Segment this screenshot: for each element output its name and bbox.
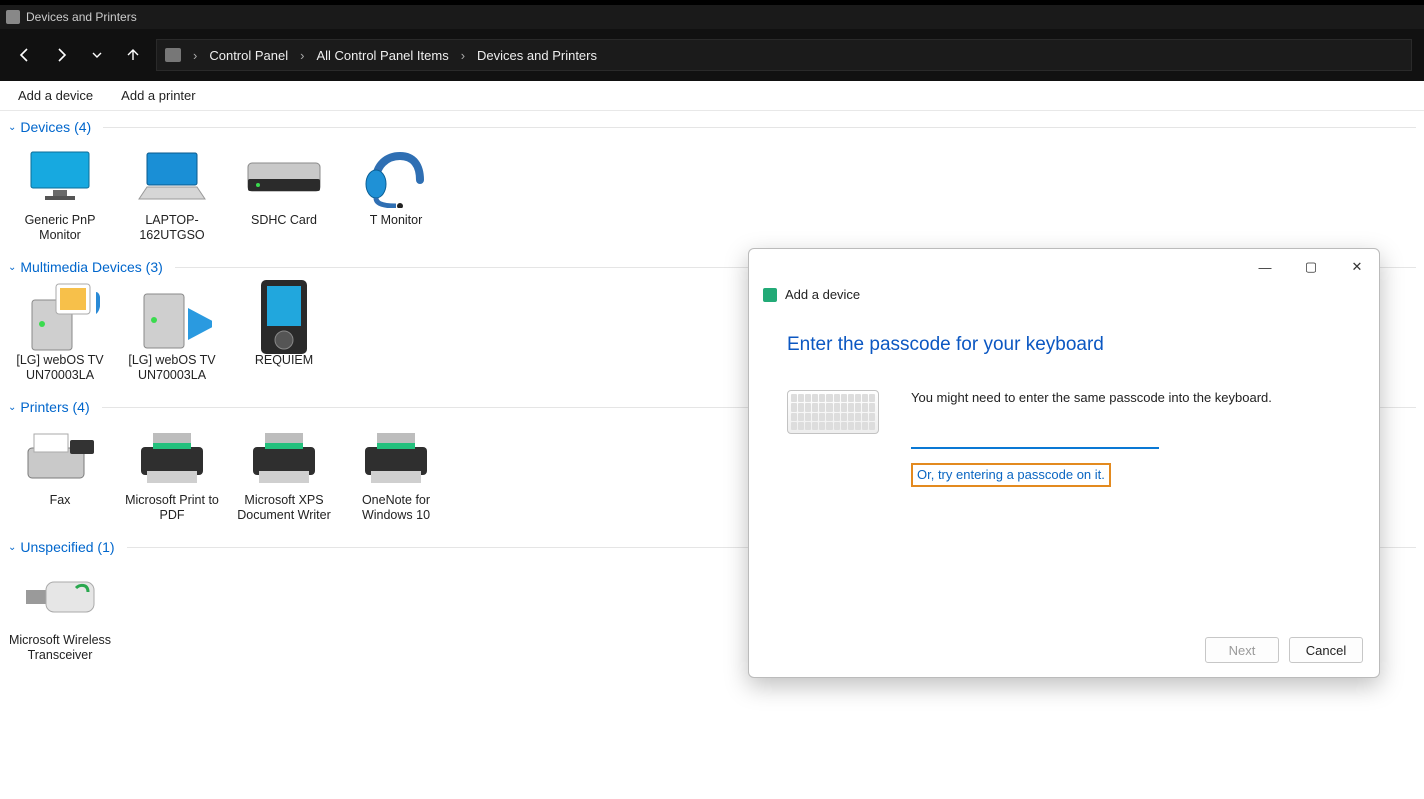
chevron-down-icon: ⌄ xyxy=(8,262,16,273)
minimize-button[interactable]: — xyxy=(1243,252,1287,282)
breadcrumb-seg-1[interactable]: Control Panel xyxy=(205,46,292,65)
device-item[interactable]: REQUIEM xyxy=(228,283,340,383)
device-label: Generic PnP Monitor xyxy=(4,213,116,243)
next-button[interactable]: Next xyxy=(1205,637,1279,663)
dialog-footer: Next Cancel xyxy=(749,627,1379,677)
device-label: T Monitor xyxy=(340,213,452,228)
group-title: Unspecified (1) xyxy=(20,539,114,555)
group-divider xyxy=(103,127,1416,128)
add-printer-command[interactable]: Add a printer xyxy=(121,88,195,103)
fax-icon xyxy=(20,425,100,489)
command-bar: Add a device Add a printer xyxy=(0,81,1424,111)
maximize-button[interactable]: ▢ xyxy=(1289,252,1333,282)
window-title: Devices and Printers xyxy=(26,10,137,24)
add-device-command[interactable]: Add a device xyxy=(18,88,93,103)
device-label: Microsoft Wireless Transceiver xyxy=(4,633,116,663)
device-label: SDHC Card xyxy=(228,213,340,228)
up-button[interactable] xyxy=(120,42,146,68)
device-item[interactable]: Microsoft Print to PDF xyxy=(116,423,228,523)
window-titlebar: Devices and Printers xyxy=(0,5,1424,29)
group-title: Printers (4) xyxy=(20,399,89,415)
forward-button[interactable] xyxy=(48,42,74,68)
back-button[interactable] xyxy=(12,42,38,68)
app-icon xyxy=(6,10,20,24)
device-label: REQUIEM xyxy=(228,353,340,368)
alt-passcode-link[interactable]: Or, try entering a passcode on it. xyxy=(917,467,1105,482)
monitor-icon xyxy=(20,145,100,209)
group-header-devices[interactable]: ⌄ Devices (4) xyxy=(0,115,1424,139)
dialog-caption-text: Add a device xyxy=(785,287,860,302)
device-item[interactable]: OneNote for Windows 10 xyxy=(340,423,452,523)
device-label: Microsoft XPS Document Writer xyxy=(228,493,340,523)
laptop-icon xyxy=(132,145,212,209)
device-item[interactable]: Microsoft Wireless Transceiver xyxy=(4,563,116,663)
dialog-titlebar: — ▢ ✕ xyxy=(749,249,1379,285)
device-label: [LG] webOS TV UN70003LA xyxy=(116,353,228,383)
add-device-icon xyxy=(763,288,777,302)
chevron-down-icon: ⌄ xyxy=(8,402,16,413)
dialog-body: Enter the passcode for your keyboard You… xyxy=(749,310,1379,627)
keyboard-icon xyxy=(787,390,879,487)
alt-link-highlight: Or, try entering a passcode on it. xyxy=(911,463,1111,487)
device-label: Fax xyxy=(4,493,116,508)
device-label: OneNote for Windows 10 xyxy=(340,493,452,523)
device-item[interactable]: [LG] webOS TV UN70003LA xyxy=(116,283,228,383)
chevron-right-icon: › xyxy=(459,48,467,63)
dialog-hint: You might need to enter the same passcod… xyxy=(911,390,1341,405)
dialog-caption: Add a device xyxy=(749,285,1379,310)
breadcrumb-seg-2[interactable]: All Control Panel Items xyxy=(312,46,452,65)
nav-toolbar: › Control Panel › All Control Panel Item… xyxy=(0,29,1424,81)
media-renderer-icon xyxy=(132,285,212,349)
drive-icon xyxy=(244,145,324,209)
recent-dropdown[interactable] xyxy=(84,42,110,68)
printer-icon xyxy=(244,425,324,489)
group-items-devices: Generic PnP Monitor LAPTOP-162UTGSO SDHC… xyxy=(0,139,1424,255)
chevron-down-icon: ⌄ xyxy=(8,122,16,133)
headset-icon xyxy=(356,145,436,209)
printer-icon xyxy=(356,425,436,489)
cancel-button[interactable]: Cancel xyxy=(1289,637,1363,663)
printer-icon xyxy=(132,425,212,489)
device-item[interactable]: SDHC Card xyxy=(228,143,340,243)
passcode-input[interactable] xyxy=(911,429,1159,449)
group-title: Multimedia Devices (3) xyxy=(20,259,162,275)
breadcrumb-seg-3[interactable]: Devices and Printers xyxy=(473,46,601,65)
address-icon xyxy=(165,48,181,62)
group-title: Devices (4) xyxy=(20,119,91,135)
address-bar[interactable]: › Control Panel › All Control Panel Item… xyxy=(156,39,1412,71)
chevron-right-icon: › xyxy=(191,48,199,63)
device-item[interactable]: Microsoft XPS Document Writer xyxy=(228,423,340,523)
device-item[interactable]: Generic PnP Monitor xyxy=(4,143,116,243)
dialog-heading: Enter the passcode for your keyboard xyxy=(787,334,1341,356)
close-button[interactable]: ✕ xyxy=(1335,252,1379,282)
media-server-icon xyxy=(20,285,100,349)
add-device-dialog: — ▢ ✕ Add a device Enter the passcode fo… xyxy=(748,248,1380,678)
device-label: LAPTOP-162UTGSO xyxy=(116,213,228,243)
chevron-down-icon: ⌄ xyxy=(8,542,16,553)
mp3-player-icon xyxy=(244,285,324,349)
device-item[interactable]: T Monitor xyxy=(340,143,452,243)
device-item[interactable]: [LG] webOS TV UN70003LA xyxy=(4,283,116,383)
chevron-right-icon: › xyxy=(298,48,306,63)
device-label: [LG] webOS TV UN70003LA xyxy=(4,353,116,383)
device-item[interactable]: LAPTOP-162UTGSO xyxy=(116,143,228,243)
device-item[interactable]: Fax xyxy=(4,423,116,523)
usb-dongle-icon xyxy=(20,565,100,629)
device-label: Microsoft Print to PDF xyxy=(116,493,228,523)
